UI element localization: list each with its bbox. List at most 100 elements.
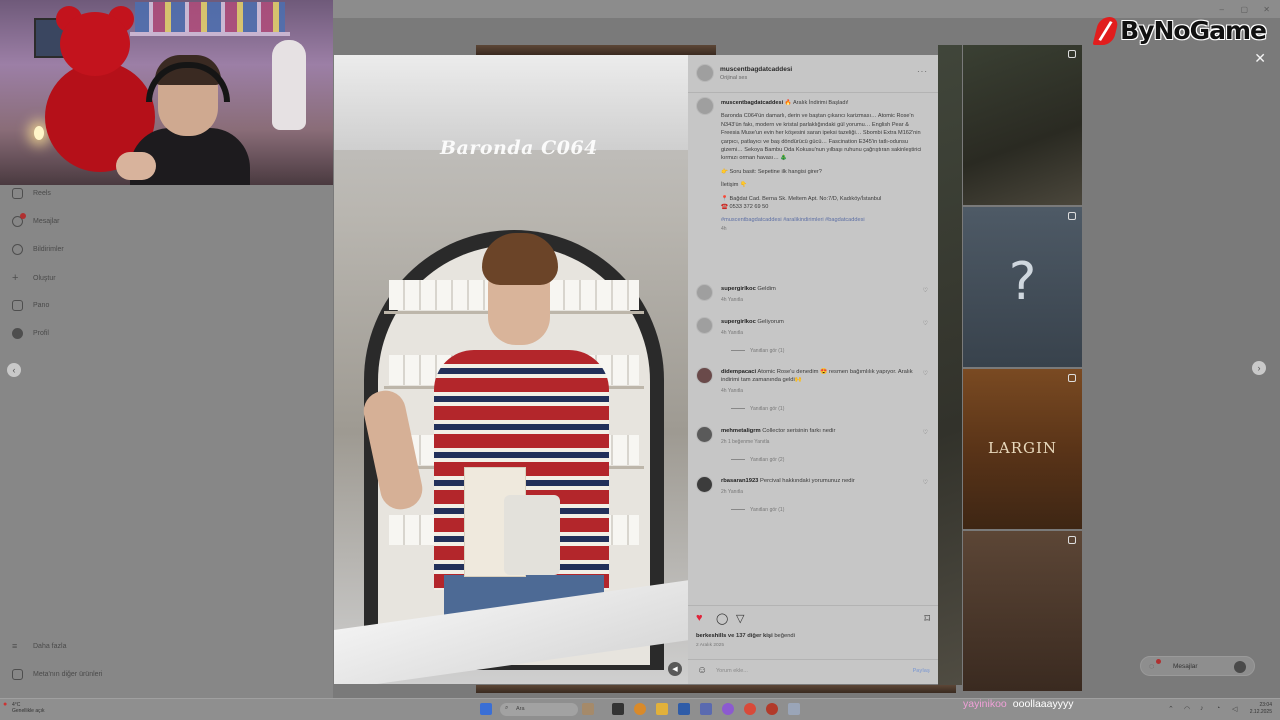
grid-post[interactable] [476,685,956,693]
sidebar-item-create[interactable]: + Oluştur [12,272,56,284]
emoji-icon[interactable]: ☺ [697,665,707,676]
start-icon[interactable] [480,703,492,715]
task-view-icon[interactable] [612,703,624,715]
avatar[interactable] [696,97,714,115]
app-icon[interactable] [766,703,778,715]
wifi-icon[interactable]: ◔ [1216,705,1220,712]
window-close-icon[interactable]: ✕ [1263,5,1270,14]
mic-icon[interactable]: ♪ [1200,705,1204,712]
mail-icon[interactable] [700,703,712,715]
caption-hashtags[interactable]: #muscentbagdatcaddesi #aralikindirimleri… [721,216,926,224]
store-icon[interactable] [678,703,690,715]
avatar[interactable] [696,476,713,493]
maximize-icon[interactable]: ▢ [1240,5,1248,14]
grid-post[interactable] [476,45,716,55]
avatar[interactable] [696,64,714,82]
view-replies[interactable]: Yanıtları gör (1) [731,348,784,354]
sidebar-more[interactable]: ≡ Daha fazla [12,641,66,651]
comment-author[interactable]: supergirlkoc [721,286,756,292]
volume-icon[interactable]: ◁ [1232,705,1237,713]
sidebar-item-messages[interactable]: Mesajlar [12,213,59,227]
sidebar-item-dashboard[interactable]: Pano [12,300,49,311]
widgets-icon[interactable] [582,703,594,715]
close-modal-icon[interactable]: ✕ [1254,50,1266,67]
clock-date: 2.12.2025 [1249,709,1272,715]
comment-meta[interactable]: 2h Yanıtla [721,489,743,495]
windows-taskbar: ● 4°C Genellikle açık ⌕ Ara ⌃ ◠ ♪ ◔ ◁ 23… [0,698,1280,720]
post-video[interactable]: Baronda C064 ◀ [334,55,688,684]
sidebar-item-reels[interactable]: Reels [12,188,51,199]
share-icon[interactable]: ▽ [736,612,744,625]
like-comment-icon[interactable]: ♡ [923,429,928,436]
comment-author[interactable]: didempacaci [721,369,756,375]
comment-body: Geldim [757,286,776,292]
grid-post[interactable]: LARGIN [963,369,1082,529]
grid-post[interactable]: ? [963,207,1082,367]
like-heart-icon[interactable]: ♥ [696,612,703,624]
dashboard-icon [12,300,23,311]
chrome-icon[interactable] [744,703,756,715]
grid-post[interactable] [963,45,1082,205]
likes-summary[interactable]: berkeshills ve 137 diğer kişi beğendi [696,633,795,639]
store-ceiling [334,55,688,150]
post-header: muscentbagdatcaddesi Orijinal ses ··· [688,55,938,93]
weather-widget[interactable]: 4°C Genellikle açık [12,702,45,714]
mute-icon[interactable]: ◀ [668,662,682,676]
avatar[interactable] [696,367,713,384]
view-replies[interactable]: Yanıtları gör (2) [731,457,784,463]
profile-icon [12,328,23,339]
more-options-icon[interactable]: ··· [917,67,928,76]
minimize-icon[interactable]: – [1220,5,1224,14]
comment-meta[interactable]: 4h Yanıtla [721,330,743,336]
avatar[interactable] [696,284,713,301]
comment-meta[interactable]: 4h Yanıtla [721,388,743,394]
sidebar-item-label: Profil [33,330,49,337]
grid-post[interactable] [938,45,962,685]
file-explorer-icon[interactable] [656,703,668,715]
sidebar-item-profile[interactable]: Profil [12,328,49,339]
comment-icon[interactable]: ◯ [716,612,728,625]
settings-icon[interactable] [788,703,800,715]
network-icon[interactable]: ◠ [1184,705,1190,713]
post-author[interactable]: muscentbagdatcaddesi [720,66,792,73]
tray-chevron-icon[interactable]: ⌃ [1168,705,1174,713]
wall-shelf [130,32,290,36]
like-comment-icon[interactable]: ♡ [923,287,928,294]
sidebar-item-notifications[interactable]: Bildirimler [12,244,64,255]
next-post-button[interactable]: › [1252,361,1266,375]
like-comment-icon[interactable]: ♡ [923,479,928,486]
bookmark-icon[interactable]: ⌑ [924,612,930,625]
comment-input[interactable]: Yorum ekle... [716,668,748,674]
comment-author[interactable]: supergirlkoc [721,319,756,325]
previous-post-button[interactable]: ‹ [7,363,21,377]
taskbar-clock[interactable]: 23:04 2.12.2025 [1250,702,1272,716]
video-overlay-text: Baronda C064 [440,137,598,159]
like-comment-icon[interactable]: ♡ [923,320,928,327]
comment-author[interactable]: rbasaran1923 [721,478,758,484]
sidebar-item-label: Reels [33,190,51,197]
post-comment-button[interactable]: Paylaş [913,668,930,674]
comment-meta[interactable]: 2h 1 beğenme Yanıtla [721,439,769,445]
like-comment-icon[interactable]: ♡ [923,370,928,377]
avatar[interactable] [696,426,713,443]
view-replies[interactable]: Yanıtları gör (1) [731,406,784,412]
avatar[interactable] [696,317,713,334]
comment-author[interactable]: mehmetaligrm [721,428,761,434]
comment-text: mehmetaligrm Collector serisinin farkı n… [721,428,916,436]
discord-icon[interactable] [722,703,734,715]
likes-user[interactable]: berkeshills [696,633,726,639]
comment-body: Geliyorum [757,319,784,325]
view-replies[interactable]: Yanıtları gör (1) [731,507,784,513]
sidebar-meta-products[interactable]: Meta'nın diğer ürünleri [12,669,102,680]
audio-label[interactable]: Orijinal ses [720,75,747,81]
likes-rest: ve 137 diğer kişi [726,633,773,639]
taskbar-search[interactable]: ⌕ Ara [500,703,578,716]
comment-body: Collector serisinin farkı nedir [762,428,836,434]
copilot-icon[interactable] [634,703,646,715]
caption-author[interactable]: muscentbagdatcaddesi [721,100,783,106]
grid-post[interactable] [963,531,1082,691]
messages-floating-button[interactable]: ◌ Mesajlar [1140,656,1255,676]
llama-plush [272,40,306,130]
sidebar-item-label: Bildirimler [33,246,64,253]
comment-meta[interactable]: 4h Yanıtla [721,297,743,303]
